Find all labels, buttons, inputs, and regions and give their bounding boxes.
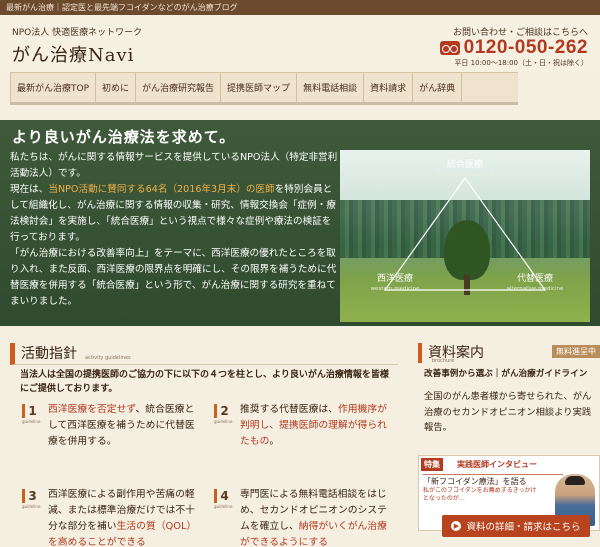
brochure-sidebar: 資料案内 brochure 無料進呈中 改善事例から選ぶ｜がん治療ガイドライン … [418,343,600,547]
guideline-number-2: 2 guideline [214,404,233,424]
nav-item-dictionary[interactable]: がん辞典 [413,73,463,102]
guideline-number-4: 4 guideline [214,489,233,509]
diagram-top-label: 統合医療 integrative medicine [435,160,495,180]
brochure-request-button[interactable]: ▶ 資料の詳細・請求はこちら [442,515,590,537]
brochure-text: 全国のがん患者様から寄せられた、がん治療のセカンドオピニオン相談より実践報告。 [424,391,592,433]
feature-name: 「新フコイダン療法」を語る [423,477,527,486]
feature-tag: 特集 [421,458,443,471]
free-badge: 無料進呈中 [552,345,600,358]
hero-paragraph-3: 「がん治療における改善率向上」をテーマに、西洋医療の優れたところを取り入れ、また… [10,248,337,307]
brochure-request-label: 資料の詳細・請求はこちら [466,522,581,533]
top-bar: 最新がん治療｜認定医と最先端フコイダンなどのがん治療ブログ [0,0,600,15]
free-dial-icon [439,41,460,55]
hero-text: 私たちは、がんに関する情報サービスを提供しているNPO法人（特定非営利活動法人）… [10,150,340,310]
hero-highlight: 当NPO活動に賛同する64名（2016年3月末）の医師 [48,184,275,195]
activities-subtitle: activity guidelines [85,355,131,361]
org-name: NPO法人 快適医療ネットワーク [12,28,143,38]
feature-title: 実践医師インタビュー [457,460,537,469]
alternative-label: 代替医療 [516,274,553,284]
site-logo[interactable]: がん治療Navi [12,41,134,67]
activities-intro: 当法人は全国の提携医師のご協力の下に以下の４つを柱とし、より良いがん治療情報を皆… [20,370,389,394]
diagram-left-label: 西洋医療 western medicine [360,274,430,294]
hero-section: より良いがん治療法を求めて。 私たちは、がんに関する情報サービスを提供しているN… [0,120,600,326]
nav-item-top[interactable]: 最新がん治療TOP [10,73,97,102]
integrative-sub: integrative medicine [436,172,494,178]
nav-item-doctor-map[interactable]: 提携医師マップ [221,73,298,102]
guideline-number-1: 1 guideline [22,404,41,424]
nav-item-research[interactable]: がん治療研究報告 [136,73,222,102]
nav-item-phone-consult[interactable]: 無料電話相談 [297,73,365,102]
feature-desc: 私がこのフコイダンをお薦めするきっかけとなったのが… [423,487,537,502]
integrative-label: 統合医療 [446,160,483,170]
nav-item-brochure[interactable]: 資料請求 [364,73,414,102]
western-sub: western medicine [370,286,420,292]
brochure-header: 資料案内 brochure 無料進呈中 [418,343,600,364]
hero-title: より良いがん治療法を求めて。 [12,128,236,146]
western-label: 西洋医療 [376,274,413,284]
phone-number[interactable]: 0120-050-262 [464,37,588,59]
activities-header: 活動指針 activity guidelines [10,343,398,365]
hero-paragraph-2a: 現在は、 [10,184,49,195]
site-header: NPO法人 快適医療ネットワーク がん治療Navi お問い合わせ・ご相談はこちら… [0,15,600,71]
diagram-right-label: 代替医療 alternative medicine [500,274,570,294]
brochure-caption: 改善事例から選ぶ｜がん治療ガイドライン [424,369,588,379]
guideline-item-1: 西洋医療を否定せず、統合医療として西洋医療を補うために代替医療を併用する。 [48,404,195,447]
arrow-right-icon: ▶ [451,521,462,531]
integrative-medicine-diagram: 統合医療 integrative medicine 西洋医療 western m… [340,150,590,322]
guideline-item-2: 推奨する代替医療は、作用機序が判明し、提携医師の理解が得られたもの。 [240,404,387,447]
guideline-item-3: 西洋医療による副作用や苦痛の軽減、または標準治療だけでは不十分な部分を補い生活の… [48,489,197,547]
guideline-item-4: 専門医による無料電話相談をはじめ、セカンドオピニオンのシステムを確立し、納得がい… [240,489,387,547]
alternative-sub: alternative medicine [506,286,564,292]
guideline-number-3: 3 guideline [22,489,41,509]
top-bar-text: 最新がん治療｜認定医と最先端フコイダンなどのがん治療ブログ [6,3,238,12]
activities-title: 活動指針 [21,346,77,362]
nav-item-intro[interactable]: 初めに [96,73,137,102]
office-hours: 平日 10:00〜18:00（土・日・祝は除く） [454,59,588,67]
phone-contact[interactable]: 0120-050-262 [439,37,588,59]
brochure-subtitle: brochure [432,358,455,364]
feature-divider [423,474,563,475]
hero-paragraph-1: 私たちは、がんに関する情報サービスを提供しているNPO法人（特定非営利活動法人）… [10,152,338,179]
main-nav: 最新がん治療TOP 初めに がん治療研究報告 提携医師マップ 無料電話相談 資料… [10,72,518,105]
